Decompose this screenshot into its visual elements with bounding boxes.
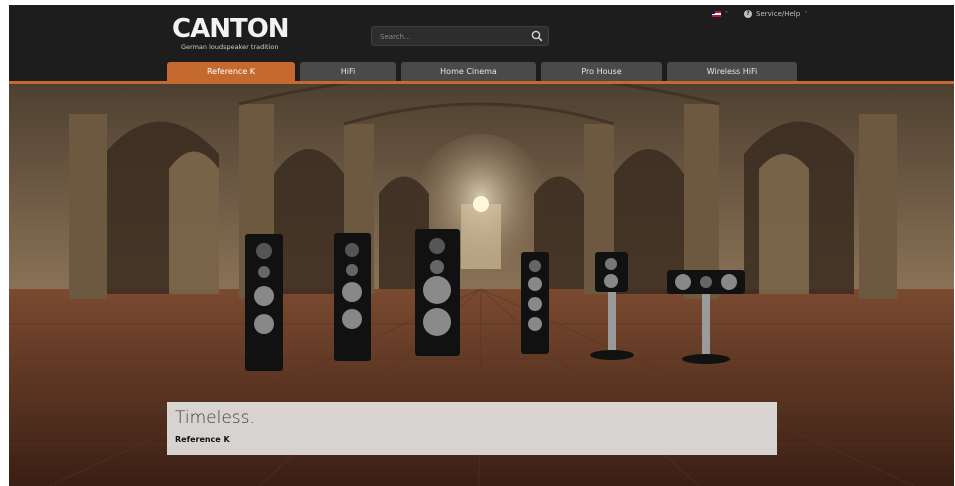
- tab-hifi[interactable]: HiFi: [300, 62, 396, 81]
- chevron-down-icon[interactable]: ˅: [725, 11, 728, 18]
- tab-wireless-hifi[interactable]: Wireless HiFi: [667, 62, 797, 81]
- site-header: CANTON German loudspeaker tradition ˅ ? …: [9, 5, 954, 81]
- main-navigation: Reference K HiFi Home Cinema Pro House W…: [167, 62, 797, 81]
- search-input[interactable]: [378, 29, 522, 45]
- search-box[interactable]: [371, 26, 549, 46]
- top-utility-links: ˅ ? Service/Help ˅: [712, 7, 807, 21]
- browser-viewport: CANTON German loudspeaker tradition ˅ ? …: [9, 5, 954, 486]
- tab-home-cinema[interactable]: Home Cinema: [401, 62, 536, 81]
- canton-logo[interactable]: CANTON German loudspeaker tradition: [172, 14, 290, 56]
- logo-wordmark: CANTON: [172, 14, 290, 44]
- hero-subtitle: Reference K: [175, 435, 230, 444]
- tab-pro-house[interactable]: Pro House: [541, 62, 662, 81]
- tab-reference-k[interactable]: Reference K: [167, 62, 295, 81]
- chevron-down-icon[interactable]: ˅: [804, 11, 807, 18]
- uk-flag-icon[interactable]: [712, 11, 721, 17]
- help-icon[interactable]: ?: [744, 10, 752, 18]
- hero-title: Timeless.: [175, 408, 255, 428]
- hero-banner[interactable]: Timeless. Reference K: [9, 84, 954, 486]
- logo-tagline: German loudspeaker tradition: [181, 43, 279, 51]
- service-help-link[interactable]: Service/Help: [756, 10, 800, 18]
- search-icon[interactable]: [531, 30, 543, 42]
- hero-caption[interactable]: Timeless. Reference K: [167, 402, 777, 455]
